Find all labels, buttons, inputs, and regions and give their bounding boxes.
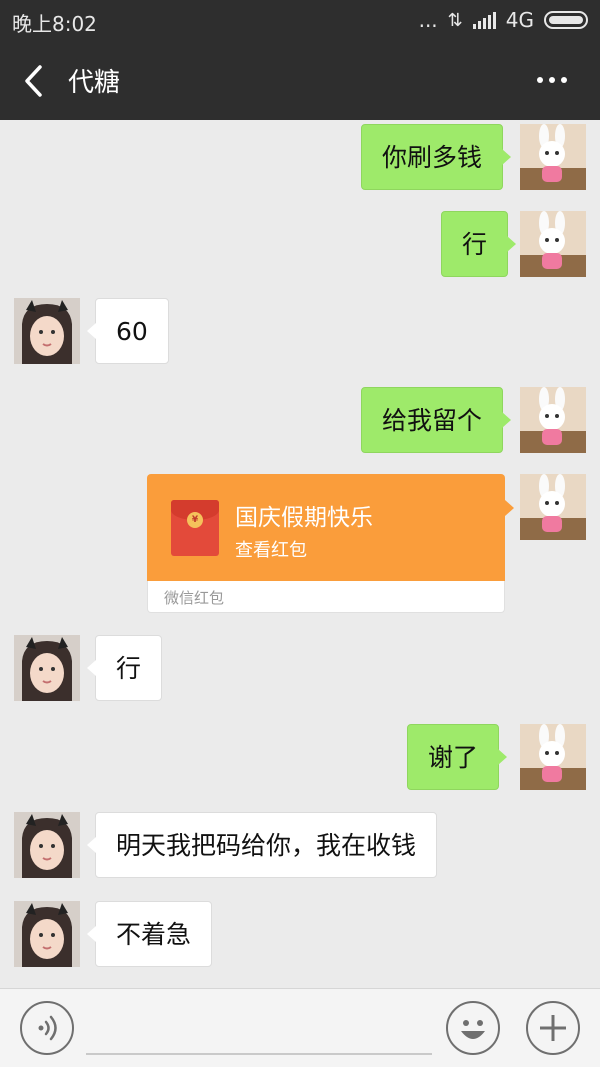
message-input[interactable] [86, 1053, 432, 1055]
red-envelope-icon: ¥ [171, 500, 219, 556]
voice-button[interactable] [20, 1001, 74, 1055]
red-packet-card[interactable]: ¥ 国庆假期快乐 查看红包 微信红包 [147, 474, 514, 613]
my-avatar[interactable] [520, 211, 586, 277]
red-packet-subtitle: 查看红包 [235, 540, 307, 561]
more-functions-button[interactable] [526, 1001, 580, 1055]
emoji-button[interactable] [446, 1001, 500, 1055]
plus-icon [540, 1015, 566, 1041]
red-packet-body: ¥ 国庆假期快乐 查看红包 [147, 474, 514, 581]
voice-input-icon [38, 1015, 57, 1041]
message-bubble-incoming[interactable]: 明天我把码给你，我在收钱 [86, 812, 438, 878]
message-bubble-incoming[interactable]: 不着急 [86, 901, 213, 967]
more-button[interactable] [534, 68, 570, 92]
chat-title: 代糖 [68, 68, 121, 98]
red-packet-footer: 微信红包 [147, 581, 505, 613]
status-time: 晚上8:02 [12, 12, 97, 36]
data-transfer-icon: ⇅ [447, 9, 463, 31]
contact-avatar[interactable] [14, 901, 80, 967]
message-bubble-outgoing[interactable]: 谢了 [407, 724, 508, 790]
contact-avatar[interactable] [14, 298, 80, 364]
contact-avatar[interactable] [14, 812, 80, 878]
message-bubble-incoming[interactable]: 60 [87, 298, 169, 364]
my-avatar[interactable] [520, 474, 586, 540]
network-type: 4G [505, 8, 534, 32]
message-bubble-outgoing[interactable]: 你刷多钱 [361, 124, 512, 190]
signal-icon [472, 11, 496, 29]
chat-input-bar [0, 988, 600, 1067]
message-bubble-outgoing[interactable]: 行 [441, 211, 517, 277]
status-bar: 晚上8:02 ... ⇅ 4G [0, 0, 600, 40]
my-avatar[interactable] [520, 724, 586, 790]
message-bubble-outgoing[interactable]: 给我留个 [361, 387, 512, 453]
red-packet-source: 微信红包 [164, 589, 225, 607]
message-bubble-incoming[interactable]: 行 [86, 635, 163, 701]
more-dots-icon [537, 77, 567, 83]
chevron-left-icon [25, 65, 42, 97]
back-button[interactable] [20, 64, 50, 98]
status-indicators: ... ⇅ 4G [419, 8, 588, 32]
my-avatar[interactable] [520, 387, 586, 453]
chat-header: 代糖 [0, 40, 600, 120]
my-avatar[interactable] [520, 124, 586, 190]
contact-avatar[interactable] [14, 635, 80, 701]
emoji-icon [461, 1020, 485, 1039]
status-dots: ... [418, 8, 438, 32]
red-packet-title: 国庆假期快乐 [235, 505, 373, 531]
battery-icon [544, 11, 588, 29]
